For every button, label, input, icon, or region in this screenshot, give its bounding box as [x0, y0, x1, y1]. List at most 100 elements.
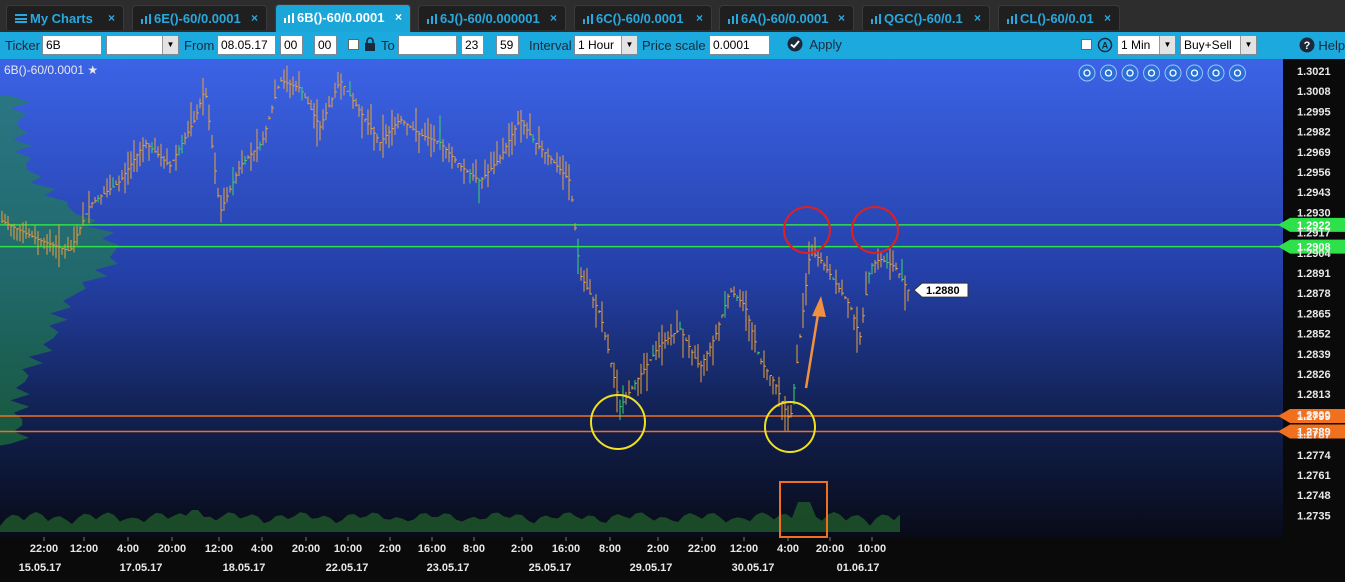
price-tick-label: 1.2800: [1297, 409, 1331, 421]
time-axis-background: [0, 537, 1345, 579]
time-tick-label: 10:00: [334, 543, 362, 555]
fullscreen-icon[interactable]: [1207, 64, 1225, 82]
from-hour-input[interactable]: 00: [280, 35, 303, 55]
price-tick-label: 1.2761: [1297, 470, 1331, 482]
price-tick-label: 1.2813: [1297, 389, 1331, 401]
to-hour-input[interactable]: 23: [461, 35, 484, 55]
tab-close-icon[interactable]: ×: [395, 5, 402, 30]
time-tick-label: 10:00: [858, 543, 886, 555]
time-tick-label: 16:00: [552, 543, 580, 555]
date-tick-label: 22.05.17: [326, 562, 369, 574]
dropdown-icon[interactable]: [1229, 64, 1246, 82]
auto-checkbox[interactable]: [1081, 39, 1092, 50]
settings-icon[interactable]: [1186, 64, 1203, 82]
tab-close-icon[interactable]: ×: [251, 6, 258, 30]
timeframe-value: 1 Min: [1121, 38, 1151, 52]
time-tick-label: 4:00: [777, 543, 799, 555]
price-scale-label: Price scale: [642, 38, 706, 53]
tab-label: 6C()-60/0.0001: [596, 11, 684, 26]
chart-icon: [141, 14, 151, 24]
chart-icon: [284, 13, 294, 23]
ticker-input[interactable]: 6B: [42, 35, 102, 55]
svg-text:A: A: [1102, 41, 1109, 51]
time-tick-label: 8:00: [463, 543, 485, 555]
toolbar: Ticker 6B ▼ From 08.05.17 00 00 To 23 59…: [0, 32, 1345, 59]
interval-select[interactable]: 1 Hour ▼: [574, 35, 638, 55]
interval-label: Interval: [529, 38, 572, 53]
settings-icon-bg: [1186, 64, 1203, 82]
tab-6a[interactable]: 6A()-60/0.0001 ×: [719, 5, 854, 30]
chart-icon: [871, 14, 881, 24]
tab-close-icon[interactable]: ×: [838, 6, 845, 30]
chevron-down-icon: ▼: [1159, 36, 1175, 54]
price-chart[interactable]: 1.29221.29081.27991.27891.2880 1.30211.3…: [0, 59, 1345, 579]
tab-close-icon[interactable]: ×: [550, 6, 557, 30]
mode-select[interactable]: Buy+Sell ▼: [1180, 35, 1257, 55]
tab-qgc[interactable]: QGC()-60/0.1 ×: [862, 5, 990, 30]
tab-bar: My Charts × 6E()-60/0.0001 × 6B()-60/0.0…: [0, 0, 1345, 32]
time-tick-label: 20:00: [158, 543, 186, 555]
chevron-down-icon: ▼: [162, 36, 178, 54]
from-label: From: [184, 38, 215, 53]
tab-6c[interactable]: 6C()-60/0.0001 ×: [574, 5, 712, 30]
svg-text:?: ?: [1304, 40, 1311, 52]
tab-my-charts[interactable]: My Charts ×: [6, 5, 124, 30]
tab-label: 6E()-60/0.0001: [154, 11, 241, 26]
ticker-select[interactable]: ▼: [106, 35, 179, 55]
chart-area[interactable]: 1.2922 1.2908 1.2799 1.2789 1.2880 1.3021 1.3…: [0, 59, 1345, 579]
date-tick-label: 23.05.17: [427, 562, 470, 574]
mode-value: Buy+Sell: [1184, 38, 1232, 52]
to-checkbox[interactable]: [348, 39, 359, 50]
from-date-input[interactable]: 08.05.17: [217, 35, 276, 55]
dropdown-icon-bg: [1229, 64, 1246, 82]
price-axis: 1.3021 1.3008 1.2995 1.2982 1.2969 1.2956 1.29…: [1297, 66, 1332, 522]
lock-icon[interactable]: [364, 37, 376, 52]
price-tick-label: 1.2956: [1297, 167, 1331, 179]
date-tick-label: 30.05.17: [732, 562, 775, 574]
tab-cl[interactable]: CL()-60/0.01 ×: [998, 5, 1120, 30]
tab-6e[interactable]: 6E()-60/0.0001 ×: [132, 5, 267, 30]
last-price-label: 1.2880: [926, 285, 960, 297]
tab-close-icon[interactable]: ×: [974, 6, 981, 30]
help-button[interactable]: ? Help: [1299, 37, 1345, 53]
auto-refresh-icon[interactable]: A: [1097, 37, 1113, 53]
price-tick-label: 1.2917: [1297, 228, 1331, 240]
tab-close-icon[interactable]: ×: [696, 6, 703, 30]
help-icon: ?: [1299, 37, 1315, 53]
price-tick-label: 1.2904: [1297, 248, 1332, 260]
price-tick-label: 1.2891: [1297, 268, 1331, 280]
chart-icon: [583, 14, 593, 24]
tab-6b[interactable]: 6B()-60/0.0001 ×: [275, 4, 411, 32]
help-label: Help: [1318, 38, 1345, 53]
from-min-input[interactable]: 00: [314, 35, 337, 55]
to-date-input[interactable]: [398, 35, 457, 55]
star-icon[interactable]: ★: [87, 63, 98, 77]
zoom-reset-icon[interactable]: [1121, 64, 1139, 82]
zoom-in-icon[interactable]: [1078, 64, 1096, 82]
grid-icon[interactable]: [1143, 64, 1160, 82]
price-tick-label: 1.2826: [1297, 369, 1331, 381]
price-tick-label: 1.2878: [1297, 288, 1331, 300]
price-tick-label: 1.2995: [1297, 106, 1331, 118]
chart-icon: [728, 14, 738, 24]
chart-title-text: 6B()-60/0.0001: [4, 63, 85, 77]
draw-icon[interactable]: [1164, 64, 1182, 82]
tab-6j[interactable]: 6J()-60/0.000001 ×: [418, 5, 566, 30]
time-tick-label: 4:00: [117, 543, 139, 555]
tab-label: 6A()-60/0.0001: [741, 11, 829, 26]
price-scale-input[interactable]: 0.0001: [709, 35, 770, 55]
tab-close-icon[interactable]: ×: [1104, 6, 1111, 30]
apply-button[interactable]: Apply: [787, 36, 842, 56]
price-tick-label: 1.2748: [1297, 490, 1331, 502]
tab-label: 6B()-60/0.0001: [297, 10, 385, 25]
time-tick-label: 2:00: [647, 543, 669, 555]
price-tick-label: 1.2839: [1297, 349, 1331, 361]
zoom-out-icon[interactable]: [1100, 64, 1117, 82]
time-tick-label: 20:00: [816, 543, 844, 555]
price-tick-label: 1.2943: [1297, 187, 1331, 199]
to-min-input[interactable]: 59: [496, 35, 519, 55]
date-tick-label: 17.05.17: [120, 562, 163, 574]
tab-close-icon[interactable]: ×: [108, 6, 115, 30]
timeframe-select[interactable]: 1 Min ▼: [1117, 35, 1176, 55]
date-tick-label: 29.05.17: [630, 562, 673, 574]
